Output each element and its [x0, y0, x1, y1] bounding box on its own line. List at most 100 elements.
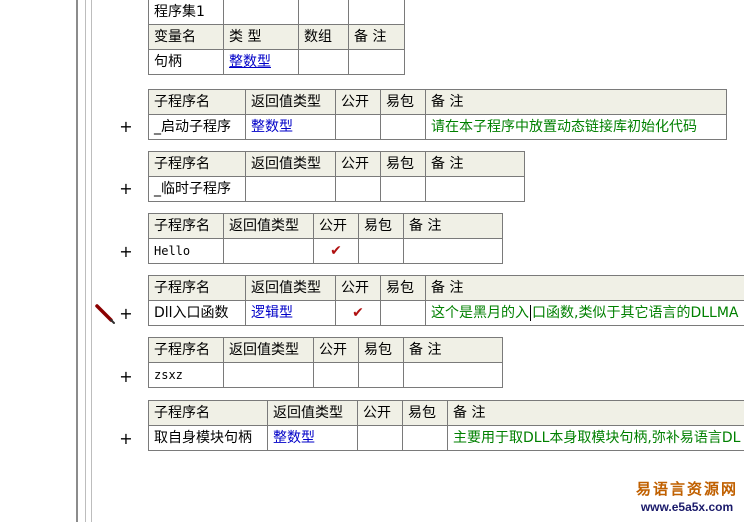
- header-cell: 备 注: [348, 24, 405, 50]
- return-type-cell[interactable]: 逻辑型: [245, 300, 336, 326]
- header-cell: 备 注: [425, 151, 525, 177]
- subprogram-table: 子程序名 返回值类型 公开 易包 备 注 _临时子程序: [148, 151, 525, 202]
- easy-package-cell[interactable]: [358, 362, 404, 388]
- easy-package-cell[interactable]: [358, 238, 404, 264]
- sub-name-cell[interactable]: Dll入口函数: [148, 300, 246, 326]
- expand-toggle[interactable]: +: [119, 119, 133, 135]
- return-type-cell[interactable]: [245, 176, 336, 202]
- expand-toggle[interactable]: +: [119, 431, 133, 447]
- easy-package-cell[interactable]: [380, 300, 426, 326]
- var-array-cell[interactable]: [298, 49, 349, 75]
- expand-toggle[interactable]: +: [119, 369, 133, 385]
- header-cell: 易包: [380, 151, 426, 177]
- header-cell: 易包: [380, 89, 426, 115]
- header-cell: 备 注: [403, 337, 503, 363]
- public-cell[interactable]: [357, 425, 403, 451]
- note-text: 口函数,类似于其它语言的DLLMA: [532, 305, 739, 321]
- header-cell: 易包: [358, 213, 404, 239]
- public-cell[interactable]: [313, 362, 359, 388]
- public-check-icon[interactable]: ✔: [313, 238, 359, 264]
- header-cell: 返回值类型: [245, 275, 336, 301]
- return-type-cell[interactable]: 整数型: [267, 425, 358, 451]
- site-watermark: 易语言资源网 www.e5a5x.com: [636, 478, 738, 514]
- sub-name-cell[interactable]: 取自身模块句柄: [148, 425, 268, 451]
- red-pen-icon: [95, 304, 115, 324]
- public-cell[interactable]: [335, 176, 381, 202]
- table-header-row: 变量名 类 型 数组 备 注: [148, 24, 405, 50]
- header-cell: 公开: [335, 275, 381, 301]
- header-cell: 返回值类型: [245, 151, 336, 177]
- easy-package-cell[interactable]: [402, 425, 448, 451]
- table-header-row: 子程序名 返回值类型 公开 易包 备 注: [148, 337, 503, 363]
- header-cell: 易包: [380, 275, 426, 301]
- header-cell: 公开: [313, 337, 359, 363]
- header-cell: 备 注: [425, 89, 727, 115]
- header-cell: 子程序名: [148, 400, 268, 426]
- return-type-cell[interactable]: [223, 362, 314, 388]
- var-name-cell[interactable]: 句柄: [148, 49, 224, 75]
- sub-name-cell[interactable]: _启动子程序: [148, 114, 246, 140]
- note-cell[interactable]: 请在本子程序中放置动态链接库初始化代码: [425, 114, 727, 140]
- table-row: _启动子程序 整数型 请在本子程序中放置动态链接库初始化代码: [148, 114, 727, 140]
- var-type-cell[interactable]: 整数型: [223, 49, 299, 75]
- header-cell: 易包: [402, 400, 448, 426]
- note-cell[interactable]: [403, 238, 503, 264]
- header-cell: 备 注: [447, 400, 744, 426]
- header-cell: 返回值类型: [223, 213, 314, 239]
- header-cell: 类 型: [223, 24, 299, 50]
- header-cell: 子程序名: [148, 275, 246, 301]
- return-type-cell[interactable]: 整数型: [245, 114, 336, 140]
- subprogram-table: 子程序名 返回值类型 公开 易包 备 注 _启动子程序 整数型 请在本子程序中放…: [148, 89, 727, 140]
- header-cell: 子程序名: [148, 337, 224, 363]
- expand-toggle[interactable]: +: [119, 306, 133, 322]
- easy-package-cell[interactable]: [380, 114, 426, 140]
- table-row: 程序集1: [148, 0, 405, 25]
- subprogram-table: 子程序名 返回值类型 公开 易包 备 注 取自身模块句柄 整数型 主要用于取DL…: [148, 400, 744, 451]
- return-type-cell[interactable]: [223, 238, 314, 264]
- table-row: zsxz: [148, 362, 503, 388]
- sub-name-cell[interactable]: Hello: [148, 238, 224, 264]
- assembly-table: 程序集1 变量名 类 型 数组 备 注 句柄 整数型: [148, 0, 405, 75]
- expand-toggle[interactable]: +: [119, 244, 133, 260]
- table-header-row: 子程序名 返回值类型 公开 易包 备 注: [148, 400, 744, 426]
- header-cell: 公开: [313, 213, 359, 239]
- header-cell: 子程序名: [148, 89, 246, 115]
- table-row: Hello ✔: [148, 238, 503, 264]
- editor-gutter: [0, 0, 118, 522]
- header-cell: 变量名: [148, 24, 224, 50]
- header-cell: 返回值类型: [223, 337, 314, 363]
- sub-name-cell[interactable]: _临时子程序: [148, 176, 246, 202]
- var-note-cell[interactable]: [348, 49, 405, 75]
- public-cell[interactable]: [335, 114, 381, 140]
- table-header-row: 子程序名 返回值类型 公开 易包 备 注: [148, 89, 727, 115]
- header-cell: 返回值类型: [245, 89, 336, 115]
- table-header-row: 子程序名 返回值类型 公开 易包 备 注: [148, 275, 744, 301]
- header-cell: 公开: [335, 89, 381, 115]
- table-row: 句柄 整数型: [148, 49, 405, 75]
- header-cell: 返回值类型: [267, 400, 358, 426]
- note-text: 这个是黑月的入: [431, 305, 529, 321]
- gutter-divider: [85, 0, 86, 522]
- table-header-row: 子程序名 返回值类型 公开 易包 备 注: [148, 213, 503, 239]
- note-cell[interactable]: [425, 176, 525, 202]
- gutter-divider: [76, 0, 78, 522]
- assembly-name[interactable]: 程序集1: [148, 0, 224, 25]
- header-cell: 易包: [358, 337, 404, 363]
- note-cell[interactable]: 主要用于取DLL本身取模块句柄,弥补易语言DL: [447, 425, 744, 451]
- subprogram-table: 子程序名 返回值类型 公开 易包 备 注 Dll入口函数 逻辑型 ✔ 这个是黑月…: [148, 275, 744, 326]
- subprogram-table: 子程序名 返回值类型 公开 易包 备 注 Hello ✔: [148, 213, 503, 264]
- header-cell: 子程序名: [148, 151, 246, 177]
- header-cell: 数组: [298, 24, 349, 50]
- table-row: 取自身模块句柄 整数型 主要用于取DLL本身取模块句柄,弥补易语言DL: [148, 425, 744, 451]
- note-cell[interactable]: 这个是黑月的入 口函数,类似于其它语言的DLLMA: [425, 300, 744, 326]
- sub-name-cell[interactable]: zsxz: [148, 362, 224, 388]
- header-cell: 子程序名: [148, 213, 224, 239]
- header-cell: 公开: [357, 400, 403, 426]
- note-cell[interactable]: [403, 362, 503, 388]
- public-check-icon[interactable]: ✔: [335, 300, 381, 326]
- gutter-divider: [91, 0, 92, 522]
- header-cell: 备 注: [403, 213, 503, 239]
- expand-toggle[interactable]: +: [119, 181, 133, 197]
- subprogram-table: 子程序名 返回值类型 公开 易包 备 注 zsxz: [148, 337, 503, 388]
- easy-package-cell[interactable]: [380, 176, 426, 202]
